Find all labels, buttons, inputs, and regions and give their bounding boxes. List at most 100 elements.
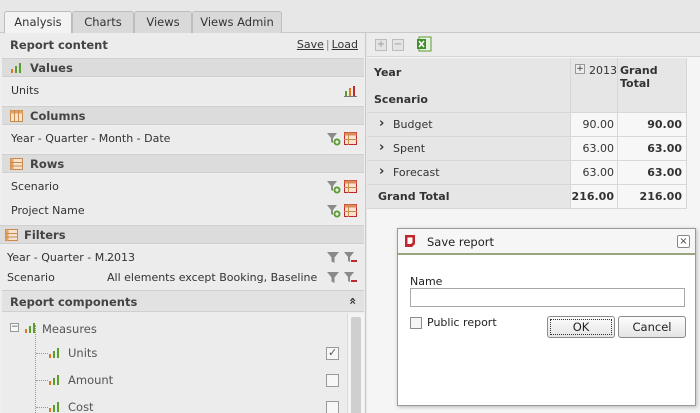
columns-section-title: Columns [30,109,86,123]
tree-node-label: Amount [68,373,114,387]
year-dimension-label: Year [374,66,402,79]
tree-collapse-icon[interactable]: − [10,323,19,332]
amount-checkbox[interactable] [326,374,339,387]
cancel-button[interactable]: Cancel [618,316,686,338]
scenario-dimension-label: Scenario [374,93,428,106]
grid-line [367,136,687,137]
filter-icon[interactable] [326,270,341,285]
ok-button[interactable]: OK [547,316,615,338]
save-load-actions: Save | Load [297,38,358,51]
tree-node-measures[interactable]: − Measures [10,320,210,340]
report-components-title: Report components [10,295,138,309]
measure-options-icon[interactable] [343,83,358,98]
components-tree: − Measures Units Amount Cost [2,313,347,413]
save-report-dialog: Save report × Name Public report OK Canc… [397,228,696,406]
cell-forecast-2013: 63.00 [582,166,615,179]
tree-guide-line [36,353,48,354]
year-expand-icon[interactable]: + [575,64,585,74]
measure-bars-icon [49,348,59,358]
filter-item-actions [326,250,358,265]
tree-node-label: Units [68,346,98,360]
collapse-icon[interactable]: « [346,297,360,305]
excel-export-icon[interactable] [416,36,432,52]
grid-line [367,160,687,161]
grid-line [367,208,687,209]
grid-line [617,58,618,208]
chevron-right-icon[interactable]: › [379,117,384,130]
tree-guide-line [36,407,48,408]
save-load-separator: | [325,38,330,51]
cell-forecast-total: 63.00 [647,166,682,179]
filter-item-value: All elements except Booking, Baseline [107,271,318,284]
filter-item-value: 2013 [107,251,135,264]
tree-guide-line [36,380,48,381]
filter-remove-icon[interactable] [343,270,358,285]
cost-checkbox[interactable] [326,401,339,413]
grand-total-label: Grand Total [378,190,450,203]
pivot-grid: Year Scenario + 2013 Grand Total › Budge… [367,58,687,218]
grid-line [570,58,571,208]
filter-item-label: Year - Quarter - M... [7,251,115,264]
filters-section-title: Filters [24,228,66,242]
tree-node-cost[interactable]: Cost [48,398,148,413]
values-section-title: Values [30,61,73,75]
rows-item-actions [326,203,358,218]
report-content-title: Report content [10,38,108,52]
chevron-right-icon[interactable]: › [379,141,384,154]
pivot-table-icon[interactable] [343,131,358,146]
report-content-panel: Report content Save | Load Values Units Co… [0,33,366,413]
cell-total-2013: 216.00 [571,190,614,203]
pivot-table-icon[interactable] [343,179,358,194]
filter-remove-icon[interactable] [343,250,358,265]
public-report-checkbox[interactable] [410,317,422,329]
values-item[interactable]: Units [2,79,364,103]
collapse-all-button[interactable]: − [392,39,404,51]
close-icon[interactable]: × [677,235,690,248]
col-header-2013: 2013 [589,64,617,77]
chevron-right-icon[interactable]: › [379,165,384,178]
report-name-input[interactable] [410,288,685,307]
scrollbar-thumb[interactable] [351,317,361,413]
values-item-actions [343,83,358,98]
pivot-toolbar: + − [367,33,700,57]
dialog-title: Save report [427,235,495,249]
load-link[interactable]: Load [332,38,358,51]
expand-all-button[interactable]: + [375,39,387,51]
tab-views-admin[interactable]: Views Admin [192,11,282,33]
rows-section-header: Rows [2,154,364,173]
components-scrollbar[interactable] [347,313,364,413]
filter-add-icon[interactable] [326,131,341,146]
tree-node-label: Cost [68,400,94,413]
columns-item[interactable]: Year - Quarter - Month - Date [2,127,364,151]
measure-bars-icon [25,323,35,333]
rows-item-scenario[interactable]: Scenario [2,175,364,199]
filter-icon[interactable] [326,250,341,265]
filter-item-scenario[interactable]: Scenario All elements except Booking, Ba… [0,266,364,290]
columns-section-header: Columns [2,106,364,125]
dialog-title-bar[interactable]: Save report × [398,229,695,255]
tree-node-amount[interactable]: Amount [48,371,148,391]
pivot-table-icon[interactable] [343,203,358,218]
filters-table-icon [5,229,18,241]
measure-bars-icon [49,375,59,385]
tab-views[interactable]: Views [134,11,192,33]
tab-analysis[interactable]: Analysis [4,11,72,34]
units-checkbox[interactable] [326,346,339,360]
public-report-label[interactable]: Public report [427,316,497,329]
grid-line [367,112,687,113]
tree-node-units[interactable]: Units [48,344,148,364]
cell-spent-2013: 63.00 [582,142,615,155]
row-label-spent: Spent [393,142,426,155]
filters-section-header: Filters [0,225,364,244]
filter-add-icon[interactable] [326,179,341,194]
rows-item-project-name[interactable]: Project Name [2,199,364,223]
values-item-label: Units [11,84,40,97]
tab-charts[interactable]: Charts [72,11,134,33]
cell-total-total: 216.00 [639,190,682,203]
rows-section-title: Rows [30,157,65,171]
save-link[interactable]: Save [297,38,324,51]
measure-bars-icon [49,402,59,412]
filter-add-icon[interactable] [326,203,341,218]
columns-item-label: Year - Quarter - Month - Date [11,132,171,145]
columns-table-icon [10,110,23,122]
